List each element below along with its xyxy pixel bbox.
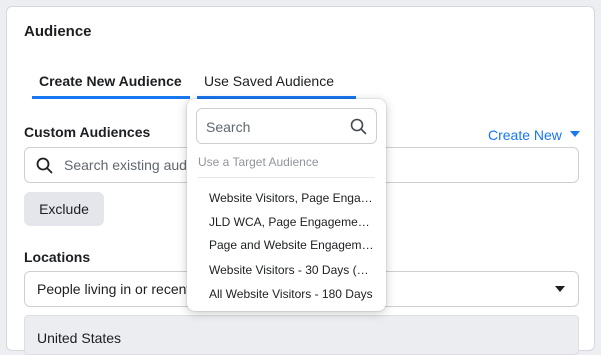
search-icon (350, 118, 367, 140)
section-title: Audience (24, 23, 92, 40)
search-placeholder: Search (206, 119, 251, 135)
tab-label: Use Saved Audience (204, 73, 334, 89)
locations-label: Locations (24, 249, 91, 265)
saved-audience-dropdown: Search Use a Target Audience Website Vis… (187, 99, 386, 311)
location-list: United States (24, 315, 579, 355)
tab-use-saved-audience[interactable]: Use Saved Audience (197, 69, 356, 107)
tab-create-new-audience[interactable]: Create New Audience (32, 69, 190, 99)
exclude-button[interactable]: Exclude (24, 192, 104, 226)
custom-audiences-label: Custom Audiences (24, 124, 151, 140)
saved-audience-item[interactable]: All Website Visitors - 180 Days (209, 287, 375, 301)
tab-label: Create New Audience (39, 73, 182, 89)
create-new-button[interactable]: Create New (488, 127, 580, 143)
saved-audience-item[interactable]: JLD WCA, Page Engagement, ... (209, 215, 375, 229)
search-placeholder: Search existing audi (64, 157, 191, 173)
caret-down-icon (569, 131, 580, 138)
saved-audience-item[interactable]: Website Visitors - 30 Days (U... (209, 263, 375, 277)
saved-audience-search-input[interactable]: Search (196, 108, 377, 144)
location-type-value: People living in or recent (37, 281, 191, 297)
dropdown-section-header: Use a Target Audience (198, 155, 319, 169)
saved-audience-item[interactable]: Website Visitors, Page Engagement (209, 191, 375, 205)
caret-down-icon (555, 286, 565, 292)
location-item[interactable]: United States (37, 330, 121, 346)
divider (198, 177, 375, 178)
search-icon (36, 157, 53, 179)
saved-audience-item[interactable]: Page and Website Engagement (209, 238, 375, 252)
create-new-label: Create New (488, 127, 562, 143)
